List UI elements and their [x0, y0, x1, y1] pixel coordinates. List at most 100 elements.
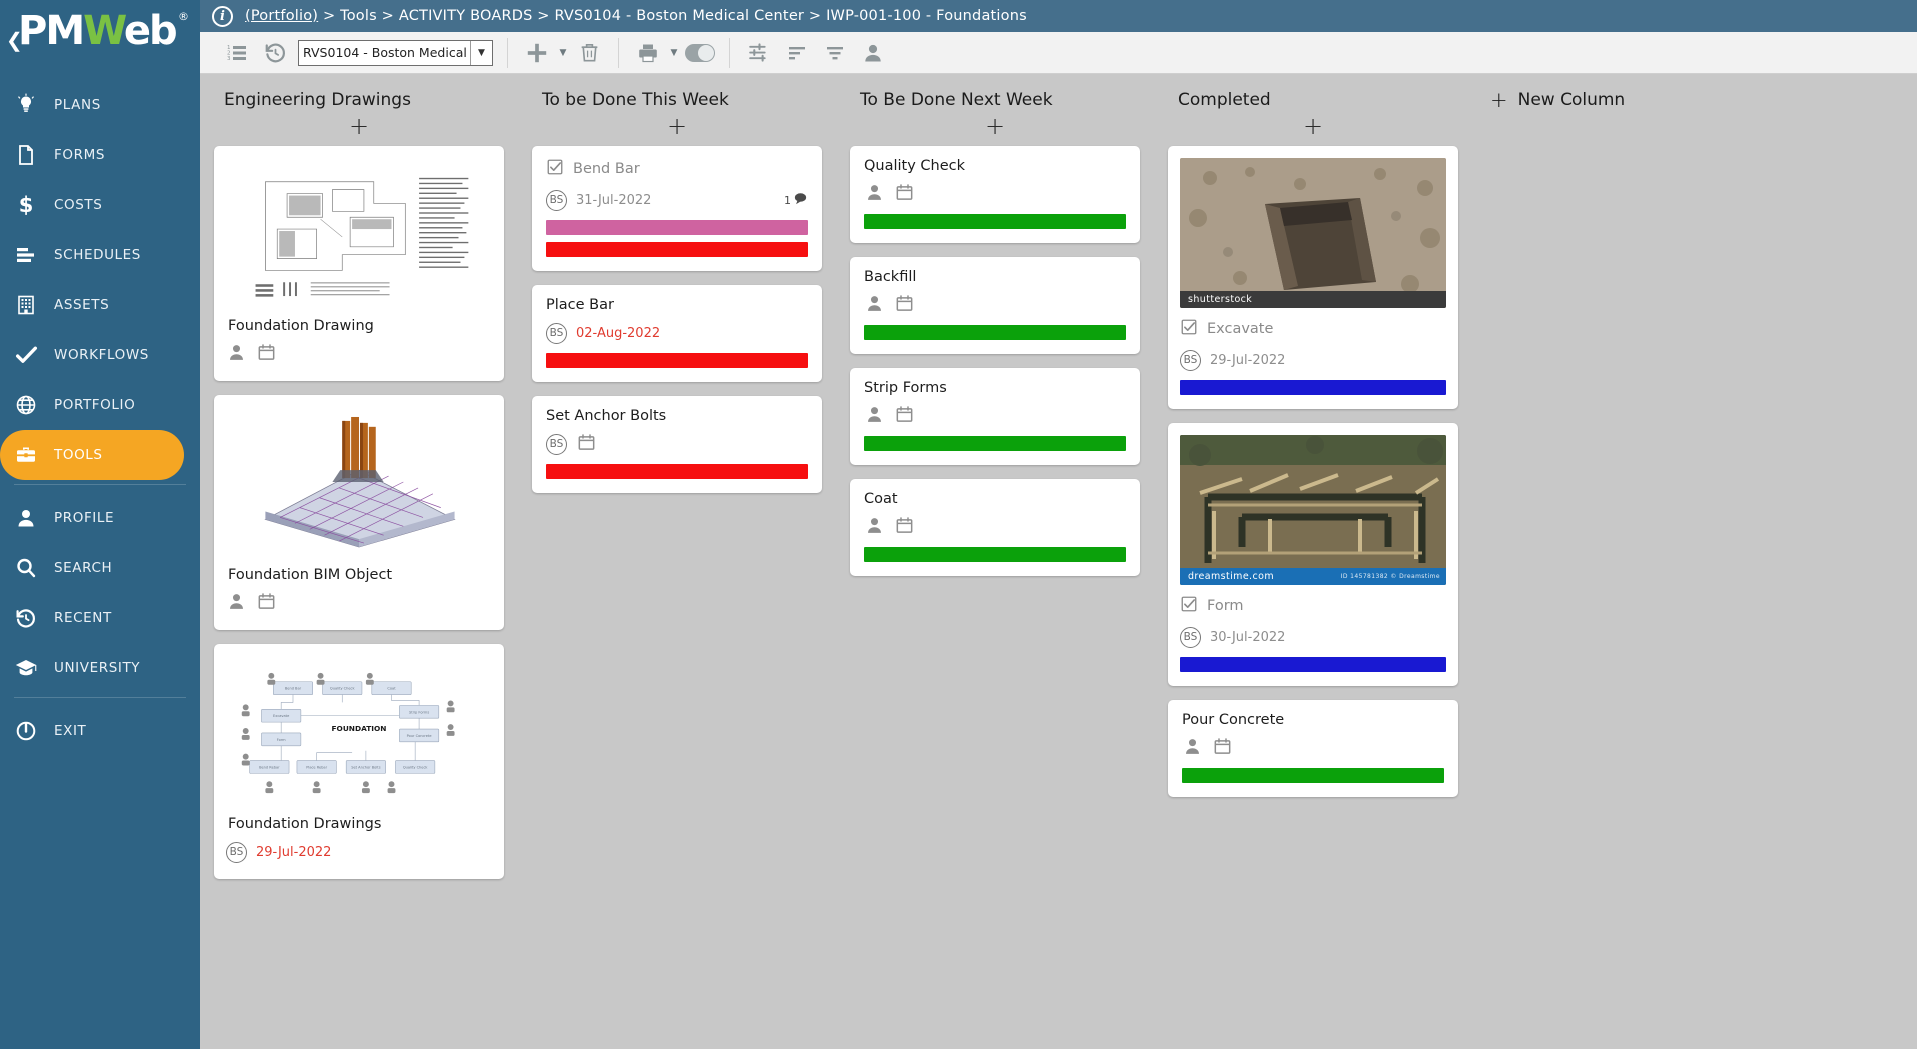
add-card-button[interactable]: + [532, 110, 822, 146]
person-icon[interactable] [864, 404, 885, 429]
card-pour-concrete[interactable]: Pour Concrete [1168, 700, 1458, 797]
sidebar-item-portfolio[interactable]: PORTFOLIO [0, 380, 200, 430]
board-column-new[interactable]: + New Column [1472, 86, 1772, 1049]
card-meta: BS [546, 431, 808, 457]
board-scroll-area[interactable]: Engineering Drawings + Foundation Drawin… [200, 74, 1917, 1049]
new-column-label: New Column [1517, 90, 1626, 110]
print-dropdown-caret-icon[interactable]: ▼ [667, 36, 681, 70]
checkbox-checked-icon[interactable] [1180, 595, 1198, 617]
sidebar-item-label: TOOLS [54, 447, 103, 463]
status-bar-blue [1180, 657, 1446, 672]
board-column-to-be-done-next-week: To Be Done Next Week + Quality Check Bac… [836, 86, 1154, 1049]
project-select[interactable]: RVS0104 - Boston Medical Center - I ▼ [298, 39, 493, 66]
person-icon[interactable] [226, 591, 247, 616]
calendar-icon[interactable] [894, 293, 915, 318]
sidebar-item-search[interactable]: SEARCH [0, 543, 200, 593]
avatar[interactable]: BS [546, 322, 567, 344]
person-icon[interactable] [864, 182, 885, 207]
calendar-icon[interactable] [256, 591, 277, 616]
brand-logo[interactable]: ❮ PMWeb ® [0, 0, 200, 76]
person-icon[interactable] [1182, 736, 1203, 761]
calendar-icon[interactable] [894, 404, 915, 429]
breadcrumb[interactable]: (Portfolio) > Tools > ACTIVITY BOARDS > … [245, 8, 1027, 24]
sidebar-item-costs[interactable]: $ COSTS [0, 180, 200, 230]
breadcrumb-rest: > Tools > ACTIVITY BOARDS > RVS0104 - Bo… [318, 8, 1027, 24]
filter-button[interactable] [816, 36, 854, 70]
print-button[interactable] [629, 36, 667, 70]
document-icon [14, 143, 54, 167]
sidebar-item-university[interactable]: UNIVERSITY [0, 643, 200, 693]
svg-text:3: 3 [227, 56, 231, 62]
contrast-toggle[interactable] [681, 36, 719, 70]
sidebar-item-schedules[interactable]: SCHEDULES [0, 230, 200, 280]
comment-badge[interactable]: 1 [784, 191, 808, 209]
checkbox-checked-icon[interactable] [1180, 318, 1198, 340]
sidebar-item-forms[interactable]: FORMS [0, 130, 200, 180]
delete-button[interactable] [570, 36, 608, 70]
card-meta [226, 590, 492, 616]
settings-button[interactable] [740, 36, 778, 70]
checkbox-checked-icon[interactable] [546, 158, 564, 180]
card-thumbnail-flowchart: Bend Bar Quality Check Coat Excavate Strip … [226, 656, 492, 806]
chevron-down-icon[interactable]: ▼ [470, 40, 492, 65]
svg-text:Form: Form [277, 738, 286, 742]
sidebar-divider-2 [14, 697, 186, 698]
card-backfill[interactable]: Backfill [850, 257, 1140, 354]
card-coat[interactable]: Coat [850, 479, 1140, 576]
add-dropdown-caret-icon[interactable]: ▼ [556, 36, 570, 70]
add-card-button[interactable]: + [214, 110, 504, 146]
info-icon[interactable]: i [212, 5, 233, 27]
avatar[interactable]: BS [1180, 626, 1201, 648]
add-card-button[interactable]: + [850, 110, 1140, 146]
calendar-icon[interactable] [256, 342, 277, 367]
sidebar-item-label: SEARCH [54, 560, 113, 576]
person-icon[interactable] [226, 342, 247, 367]
status-bar-red [546, 353, 808, 368]
add-new-column-button[interactable]: + New Column [1486, 86, 1758, 110]
sidebar-item-plans[interactable]: PLANS [0, 80, 200, 130]
svg-text:Coat: Coat [387, 687, 396, 691]
sidebar-item-tools[interactable]: TOOLS [0, 430, 184, 480]
card-strip-forms[interactable]: Strip Forms [850, 368, 1140, 465]
add-button[interactable] [518, 36, 556, 70]
sidebar-item-workflows[interactable]: WORKFLOWS [0, 330, 200, 380]
calendar-icon[interactable] [894, 182, 915, 207]
calendar-icon[interactable] [1212, 736, 1233, 761]
card-excavate[interactable]: shutterstock Excavate BS 29-Jul-2022 [1168, 146, 1458, 409]
sidebar-item-label: WORKFLOWS [54, 347, 149, 363]
card-meta: BS 30-Jul-2022 [1180, 624, 1446, 650]
card-set-anchor-bolts[interactable]: Set Anchor Bolts BS [532, 396, 822, 493]
calendar-icon[interactable] [576, 432, 597, 457]
person-icon[interactable] [864, 515, 885, 540]
card-quality-check[interactable]: Quality Check [850, 146, 1140, 243]
card-header: Coat [864, 491, 1126, 507]
svg-text:Bend Bar: Bend Bar [285, 687, 302, 691]
sidebar-item-profile[interactable]: PROFILE [0, 493, 200, 543]
calendar-icon[interactable] [894, 515, 915, 540]
card-foundation-bim-object[interactable]: Foundation BIM Object [214, 395, 504, 630]
breadcrumb-portfolio-link[interactable]: (Portfolio) [245, 8, 318, 24]
globe-icon [14, 393, 54, 417]
card-form[interactable]: dreamstime.com ID 145781382 © Dreamstime [1168, 423, 1458, 686]
avatar[interactable]: BS [226, 841, 247, 863]
toggle-icon[interactable] [685, 43, 715, 62]
add-card-button[interactable]: + [1168, 110, 1458, 146]
card-foundation-drawing[interactable]: Foundation Drawing [214, 146, 504, 381]
card-meta [1182, 735, 1444, 761]
card-foundation-drawings-flowchart[interactable]: Bend Bar Quality Check Coat Excavate Strip … [214, 644, 504, 879]
card-bend-bar[interactable]: Bend Bar BS 31-Jul-2022 1 [532, 146, 822, 271]
card-header: Set Anchor Bolts [546, 408, 808, 424]
history-icon[interactable] [256, 36, 294, 70]
person-icon[interactable] [864, 293, 885, 318]
numbered-list-icon[interactable]: 1 2 3 [218, 36, 256, 70]
card-header: Form [1180, 595, 1446, 617]
sidebar-item-exit[interactable]: EXIT [0, 706, 200, 756]
avatar[interactable]: BS [1180, 349, 1201, 371]
avatar[interactable]: BS [546, 189, 567, 211]
sort-button[interactable] [778, 36, 816, 70]
card-place-bar[interactable]: Place Bar BS 02-Aug-2022 [532, 285, 822, 382]
avatar[interactable]: BS [546, 433, 567, 455]
user-button[interactable] [854, 36, 892, 70]
sidebar-item-recent[interactable]: RECENT [0, 593, 200, 643]
sidebar-item-assets[interactable]: ASSETS [0, 280, 200, 330]
